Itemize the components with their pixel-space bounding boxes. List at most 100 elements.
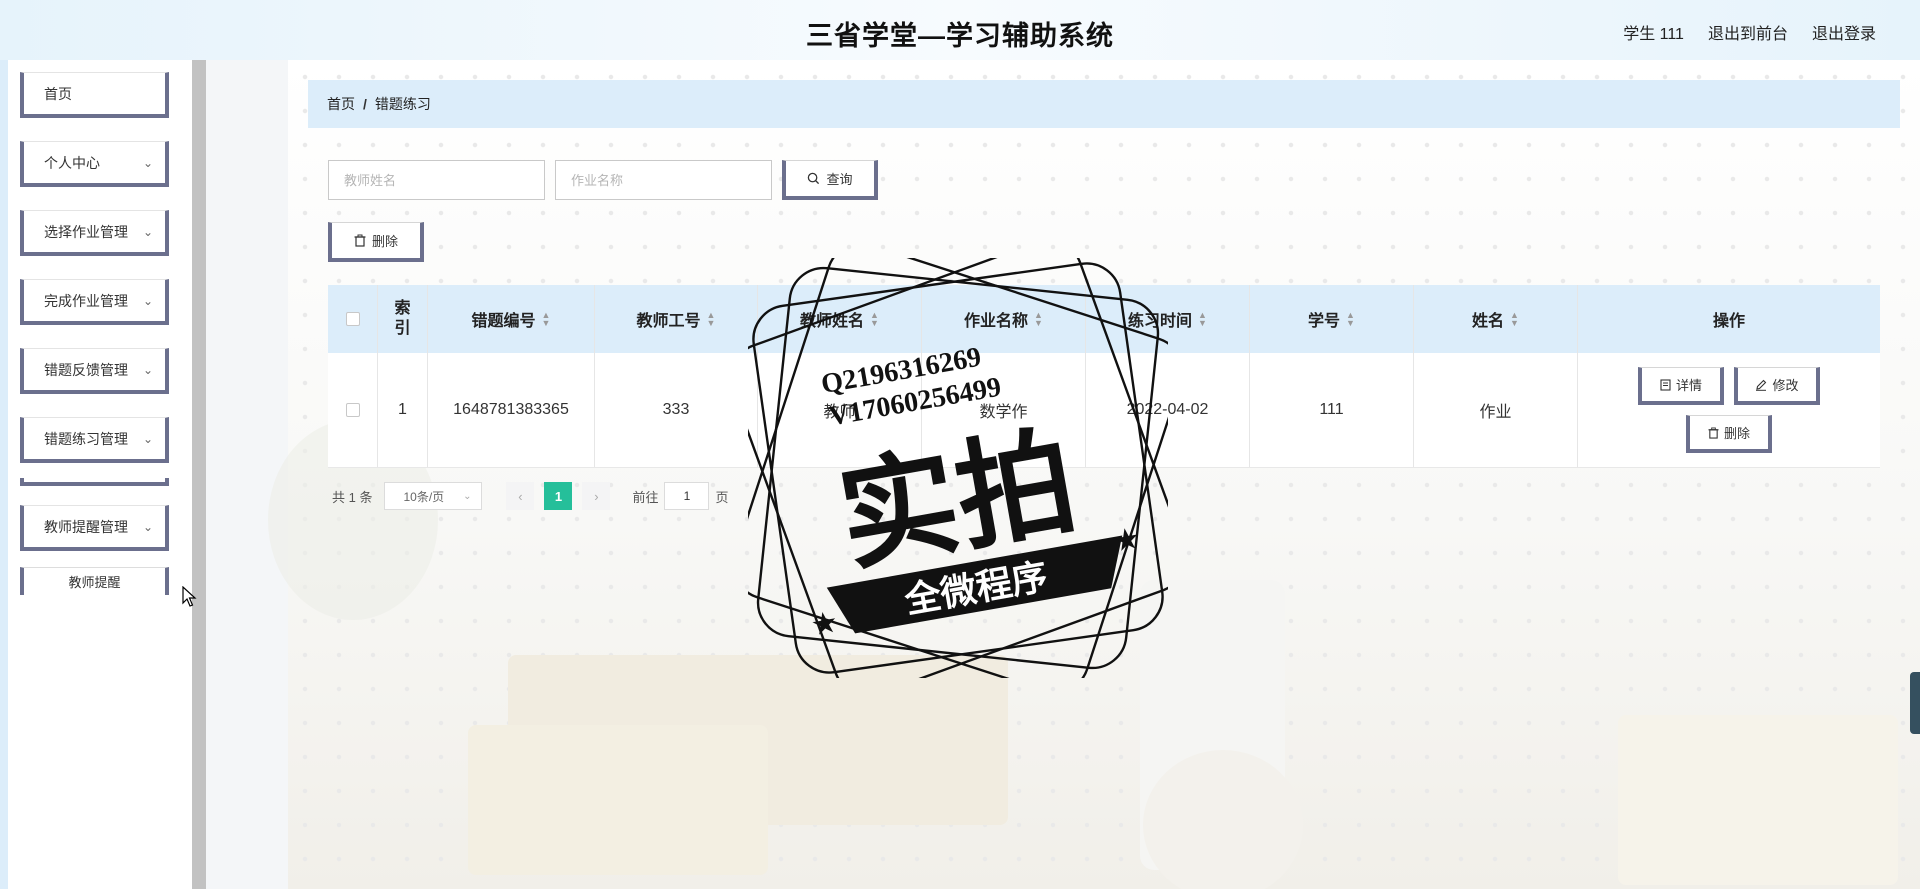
prev-page-button[interactable]: ‹ (506, 482, 535, 510)
to-front-link[interactable]: 退出到前台 (1708, 20, 1788, 44)
sort-icon: ▲ ▼ (541, 310, 551, 328)
query-button[interactable]: 查询 (782, 160, 878, 200)
header-practice-time[interactable]: 练习时间 ▲ ▼ (1086, 285, 1250, 353)
sort-icon: ▲ ▼ (1346, 310, 1355, 328)
cell-student-no: 111 (1250, 353, 1414, 467)
decor-box (1618, 715, 1898, 885)
decor-tape (1143, 750, 1303, 889)
batch-delete-label: 删除 (371, 234, 398, 249)
cell-name: 作业 (1414, 353, 1578, 467)
header-homework-name-label: 作业名称 (964, 313, 1029, 330)
header-teacher-no-label: 教师工号 (636, 313, 701, 330)
header-homework-name[interactable]: 作业名称 ▲ ▼ (922, 285, 1086, 353)
sort-icon: ▲ ▼ (1510, 310, 1519, 328)
header-teacher-no[interactable]: 教师工号 ▲ ▼ (595, 285, 758, 353)
detail-button[interactable]: 详情 (1638, 367, 1724, 405)
header-practice-time-label: 练习时间 (1128, 313, 1193, 330)
document-icon (1660, 378, 1671, 391)
sort-icon: ▲ ▼ (1034, 310, 1043, 328)
select-all-checkbox[interactable] (345, 312, 360, 326)
sidebar-item-label: 个人中心 (44, 154, 100, 171)
menu-divider (20, 478, 169, 486)
sidebar-item-mistake-practice[interactable]: 错题练习管理 ⌄ (20, 417, 169, 463)
submenu-item-teacher-reminder[interactable]: 教师提醒 (20, 567, 169, 595)
trash-icon (354, 234, 366, 247)
decor-dot (1138, 760, 1139, 761)
cell-ops: 详情 修改 删除 (1578, 353, 1880, 467)
homework-name-input[interactable] (555, 160, 772, 200)
chevron-down-icon: ⌄ (463, 490, 472, 502)
edit-button[interactable]: 修改 (1734, 367, 1820, 405)
sidebar-item-personal-center[interactable]: 个人中心 ⌄ (20, 141, 169, 187)
header-code[interactable]: 错题编号 ▲ ▼ (428, 285, 595, 353)
mouse-cursor-icon (182, 586, 197, 607)
query-button-label: 查询 (826, 172, 853, 187)
cell-teacher-no: 333 (595, 353, 758, 467)
cell-index: 1 (378, 353, 428, 467)
page-number-current[interactable]: 1 (544, 482, 573, 510)
cell-homework-name: 数学作 (922, 353, 1086, 467)
edit-icon (1756, 379, 1767, 391)
header-name-label: 姓名 (1472, 313, 1505, 330)
cell-code: 1648781383365 (428, 353, 595, 467)
pagination: 共 1 条 10条/页 ⌄ ‹ 1 › 前往 页 (332, 482, 729, 510)
sort-icon: ▲ ▼ (870, 310, 879, 328)
submenu-item-label: 教师提醒 (68, 575, 121, 590)
row-select-cell (328, 353, 378, 467)
sort-icon: ▲ ▼ (706, 310, 716, 328)
sidebar-item-mistake-feedback[interactable]: 错题反馈管理 ⌄ (20, 348, 169, 394)
breadcrumb-current: 错题练习 (374, 96, 431, 112)
teacher-name-input[interactable] (328, 160, 545, 200)
sort-icon: ▲ ▼ (1198, 310, 1207, 328)
breadcrumb-home[interactable]: 首页 (327, 94, 355, 114)
user-links: 学生 111 退出到前台 退出登录 (1623, 20, 1876, 44)
row-delete-button[interactable]: 删除 (1686, 415, 1772, 453)
next-page-button[interactable]: › (582, 482, 611, 510)
chevron-down-icon: ⌄ (142, 225, 153, 239)
top-header: 三省学堂—学习辅助系统 学生 111 退出到前台 退出登录 (0, 0, 1920, 60)
sidebar-item-label: 教师提醒管理 (44, 518, 128, 535)
sidebar-item-label: 错题练习管理 (44, 430, 128, 447)
side-drawer-handle[interactable] (1910, 672, 1920, 734)
sidebar-item-complete-homework[interactable]: 完成作业管理 ⌄ (20, 279, 169, 325)
header-code-label: 错题编号 (471, 313, 536, 330)
table-header: 索引 错题编号 ▲ ▼ 教师工号 ▲ ▼ 教师姓名 ▲ ▼ 作业名称 ▲ ▼ 练习时间 ▲ ▼ 学号… (328, 285, 1880, 353)
edit-button-label: 修改 (1772, 378, 1799, 393)
breadcrumb-separator: / (363, 96, 367, 112)
header-teacher-name[interactable]: 教师姓名 ▲ ▼ (758, 285, 922, 353)
select-all-cell (328, 285, 378, 353)
table-row: 1 1648781383365 333 教师 数学作 2022-04-02 11… (328, 353, 1880, 468)
header-index: 索引 (378, 285, 428, 353)
chevron-down-icon: ⌄ (142, 520, 153, 534)
batch-delete-button[interactable]: 删除 (328, 222, 424, 262)
row-checkbox[interactable] (345, 403, 360, 417)
breadcrumb: 首页 / 错题练习 (308, 80, 1900, 128)
logout-link[interactable]: 退出登录 (1812, 20, 1876, 44)
mistake-practice-table: 索引 错题编号 ▲ ▼ 教师工号 ▲ ▼ 教师姓名 ▲ ▼ 作业名称 ▲ ▼ 练习时间 ▲ ▼ 学号… (328, 285, 1880, 468)
goto-label: 前往 (632, 489, 659, 505)
page-unit-label: 页 (715, 489, 729, 505)
goto-page-input[interactable] (664, 482, 710, 510)
row-delete-label: 删除 (1723, 426, 1750, 441)
current-user: 学生 111 (1623, 26, 1684, 43)
search-icon (808, 172, 820, 185)
sidebar-item-select-homework[interactable]: 选择作业管理 ⌄ (20, 210, 169, 256)
sidebar-item-teacher-reminder[interactable]: 教师提醒管理 ⌄ (20, 505, 169, 551)
sidebar-item-label: 错题反馈管理 (44, 361, 128, 378)
header-student-no[interactable]: 学号 ▲ ▼ (1250, 285, 1414, 353)
pagination-total: 共 1 条 (332, 489, 373, 505)
cell-teacher-name: 教师 (758, 353, 922, 467)
page-size-select[interactable]: 10条/页 ⌄ (384, 482, 483, 510)
chevron-down-icon: ⌄ (142, 156, 153, 170)
detail-button-label: 详情 (1675, 378, 1702, 393)
chevron-down-icon: ⌄ (142, 294, 153, 308)
cell-practice-time: 2022-04-02 (1086, 353, 1250, 467)
trash-icon (1708, 427, 1719, 439)
header-name[interactable]: 姓名 ▲ ▼ (1414, 285, 1578, 353)
page-size-value: 10条/页 (403, 489, 445, 504)
sidebar-item-home[interactable]: 首页 (20, 72, 169, 118)
sidebar-item-label: 首页 (44, 85, 72, 102)
header-ops: 操作 (1712, 313, 1745, 330)
sidebar-scrollbar[interactable] (192, 60, 206, 889)
decor-box (468, 725, 768, 875)
